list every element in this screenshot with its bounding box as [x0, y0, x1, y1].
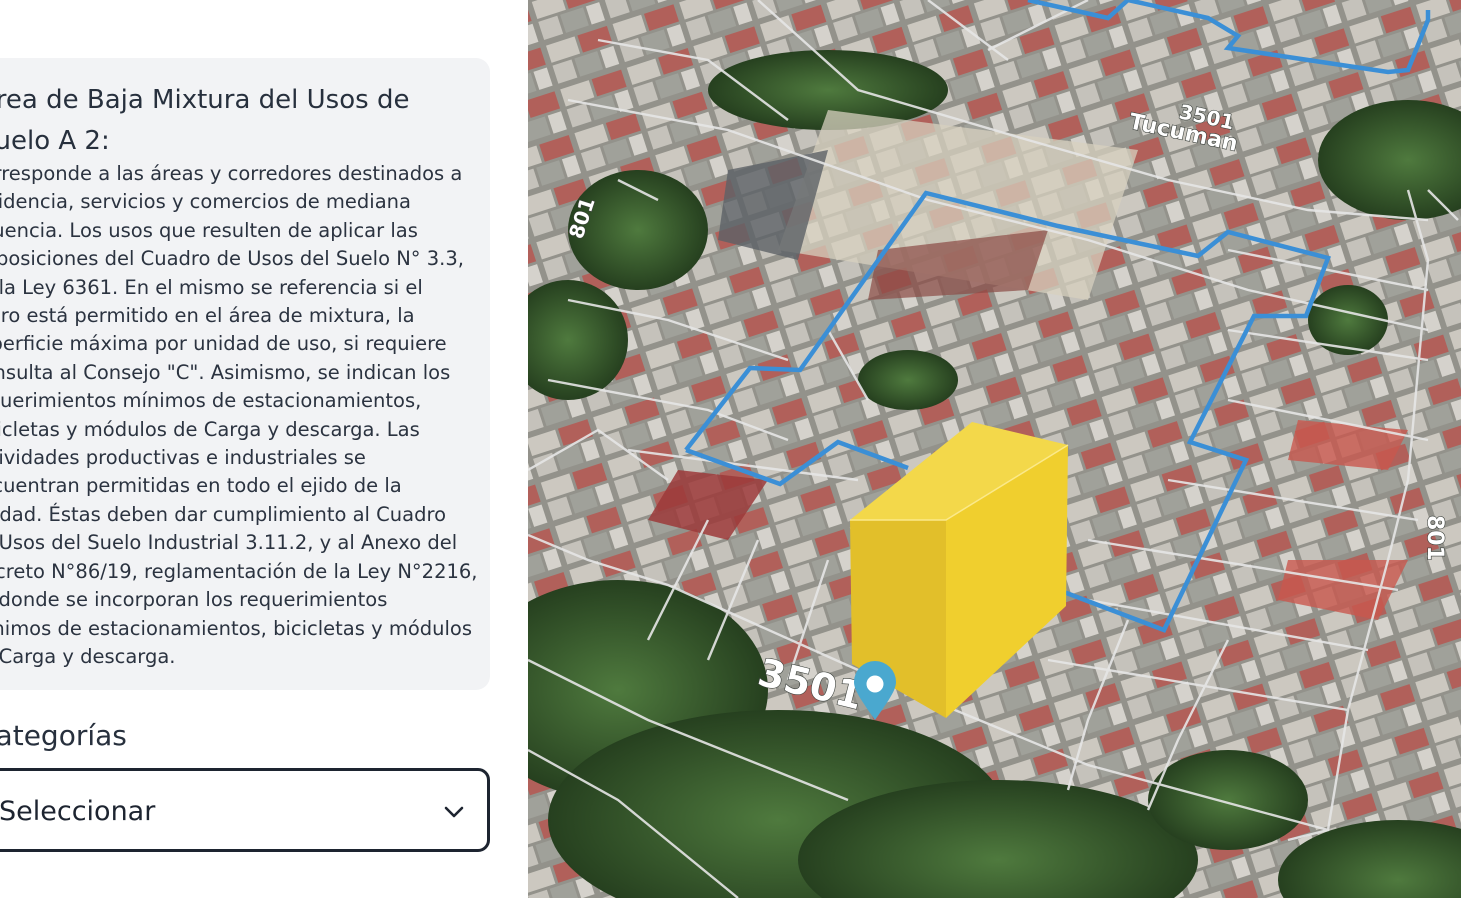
- description-line: en donde se incorporan los requerimiento…: [0, 588, 388, 612]
- info-sidebar: Área de Baja Mixtura del Usos de Suelo A…: [0, 0, 528, 898]
- description-line: requerimientos mínimos de estacionamient…: [0, 389, 422, 413]
- description-line: Decreto N°86/19, reglamentación de la Le…: [0, 559, 478, 583]
- description-line: de la Ley 6361. En el mismo se referenci…: [0, 275, 423, 299]
- description-line: afluencia. Los usos que resulten de apli…: [0, 218, 418, 242]
- description-line: Ciudad. Éstas deben dar cumplimiento al …: [0, 502, 446, 526]
- description-line: Consulta al Consejo "C". Asimismo, se in…: [0, 360, 451, 384]
- description-line: encuentran permitidas en todo el ejido d…: [0, 474, 402, 498]
- description-line: Corresponde a las áreas y corredores des…: [0, 162, 463, 185]
- categories-label: Categorías: [0, 719, 127, 752]
- description-line: superficie máxima por unidad de uso, si …: [0, 332, 447, 356]
- description-line: mínimos de estacionamientos, bicicletas …: [0, 616, 473, 640]
- description-line: disposiciones del Cuadro de Usos del Sue…: [0, 247, 464, 271]
- categories-select-value: Seleccionar: [0, 796, 156, 827]
- street-label: 801: [1422, 515, 1447, 561]
- chevron-down-icon: [444, 806, 464, 818]
- description-line: residencia, servicios y comercios de med…: [0, 190, 411, 214]
- zone-description: Corresponde a las áreas y corredores des…: [0, 160, 478, 671]
- zone-title-line: Suelo A 2:: [0, 126, 110, 156]
- description-line: rubro está permitido en el área de mixtu…: [0, 304, 415, 328]
- zone-title: Área de Baja Mixtura del Usos de Suelo A…: [0, 80, 448, 162]
- map-view[interactable]: 3501 Tucuman 801 801 3501: [528, 0, 1461, 898]
- description-line: de Carga y descarga.: [0, 644, 176, 668]
- description-line: de Usos del Suelo Industrial 3.11.2, y a…: [0, 531, 458, 555]
- description-line: bicicletas y módulos de Carga y descarga…: [0, 417, 420, 441]
- description-line: actividades productivas e industriales s…: [0, 446, 366, 470]
- satellite-imagery: 3501 Tucuman 801 801 3501: [528, 0, 1461, 898]
- categories-select[interactable]: Seleccionar: [0, 768, 490, 852]
- zone-title-line: Área de Baja Mixtura del Usos de: [0, 85, 410, 115]
